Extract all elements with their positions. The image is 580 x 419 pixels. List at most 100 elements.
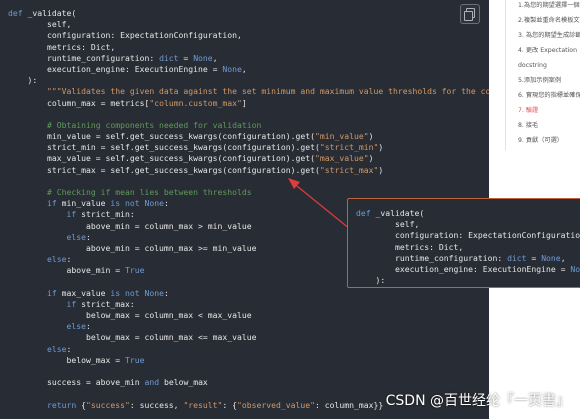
code-token: dict [507,252,527,263]
code-line: ): [356,275,580,286]
code-token: runtime_configuration: [8,52,160,63]
code-token: "column.custom_max" [149,97,242,108]
code-token: : [85,231,91,242]
toc-item[interactable]: 8. 接毛 [518,120,580,135]
code-token: column_max = metrics[ [8,97,150,108]
code-token: ) [368,131,374,142]
code-line: execution_engine: ExecutionEngine = None… [8,64,489,75]
code-line: strict_max = self.get_success_kwargs(con… [8,165,489,176]
code-token: : column_max}} [315,399,384,410]
toc-item[interactable]: docstring [518,60,580,75]
toc-item[interactable]: 2.複製並重命名模板文件 [518,15,580,30]
code-token: configuration: ExpectationConfiguration, [8,30,242,41]
code-line: strict_min = self.get_success_kwargs(con… [8,142,489,153]
code-token: ): [356,275,386,286]
code-token: : [163,287,169,298]
toc-item[interactable]: 3. 為您的期望生成診斷 [518,30,580,45]
code-line: below_max = column_max <= max_value [8,332,489,343]
code-token: True [124,354,145,365]
code-line: """Validates the given data against the … [8,86,489,97]
toc-item[interactable]: 7. 驗證 [518,105,580,120]
code-token: strict_min = self.get_success_kwargs(con… [8,142,320,153]
code-token: above_min = [8,265,125,276]
code-line: execution_engine: ExecutionEngine = None… [356,264,580,275]
code-line: else: [8,321,489,332]
code-token: self, [356,219,420,230]
code-token: ): [8,75,38,86]
code-token: : [163,198,169,209]
toc-item[interactable]: 1.為您的期望選擇一個名 [518,0,580,15]
code-token: "observed_value" [237,399,316,410]
code-line: if max_value is not None: [8,288,489,299]
code-token: , [212,52,218,63]
code-token: else [8,231,86,242]
code-token: : success, [129,399,184,410]
code-token: min_value [61,198,111,209]
code-token: : [66,254,72,265]
code-token: max_value [61,287,111,298]
code-token: and [144,377,164,388]
code-token: else [8,254,67,265]
code-token: execution_engine: ExecutionEngine = [8,63,223,74]
code-line: runtime_configuration: dict = None, [356,253,580,264]
code-token: if [8,209,82,220]
code-token: def [356,208,376,218]
code-token: None [541,252,561,263]
code-line: metrics: Dict, [8,42,489,53]
code-token: self, [8,19,72,30]
code-token: is not None [110,287,164,298]
code-token: execution_engine: ExecutionEngine = [356,263,571,274]
code-token: , [241,63,247,74]
code-line: column_max = metrics["column.custom_max"… [8,98,489,109]
code-token: runtime_configuration: [356,252,508,263]
code-token: below_max = column_max <= max_value [8,332,257,343]
code-token: None [193,52,213,63]
code-token: strict_min: [81,209,135,220]
code-token: : [85,321,91,332]
code-token: else [8,343,67,354]
code-token: else [8,321,86,332]
code-token: _validate( [27,8,77,18]
code-token: if [8,198,62,209]
code-token: _validate( [375,208,425,218]
code-token: strict_max = self.get_success_kwargs(con… [8,164,320,175]
code-line: if strict_max: [8,299,489,310]
code-line: self, [8,19,489,30]
code-line: def _validate( [8,8,489,19]
code-line: configuration: ExpectationConfiguration, [8,30,489,41]
code-line: ): [8,75,489,86]
code-token: configuration: ExpectationConfiguration, [356,230,580,241]
code-token: dict [159,52,179,63]
code-line: metrics: Dict, [356,242,580,253]
code-token: min_value = self.get_success_kwargs(conf… [8,131,315,142]
code-token: ] [241,97,247,108]
code-token: "min_value" [315,131,369,142]
code-token: below_max = [8,354,125,365]
toc-item[interactable]: 6. 實現您的指標並確保 [518,90,580,105]
code-token: "max_value" [315,153,369,164]
code-token: True [124,265,145,276]
toc-item[interactable]: 5.添加示例案例 [518,75,580,90]
toc-item[interactable]: 4. 更改 Expectation [518,45,580,60]
code-token: ) [378,164,384,175]
code-line: below_max = True [8,355,489,366]
code-token: "success" [85,399,130,410]
code-token: = [178,52,194,63]
code-token: max_value = self.get_success_kwargs(conf… [8,153,315,164]
code-line: runtime_configuration: dict = None, [8,53,489,64]
code-line: max_value = self.get_success_kwargs(conf… [8,153,489,164]
code-line: below_max = column_max < max_value [8,310,489,321]
code-line: else: [8,344,489,355]
code-token: metrics: Dict, [8,41,116,52]
watermark: CSDN @百世经纶『一页書』 [385,393,570,409]
callout-code-content: def _validate( self, configuration: Expe… [356,208,580,286]
copy-button[interactable] [460,4,480,24]
code-token: """Validates the given data against the … [46,86,489,97]
code-callout: def _validate( self, configuration: Expe… [347,198,580,288]
toc-item[interactable]: 9. 貢獻（可選） [518,135,580,150]
code-token: None [222,63,242,74]
code-token: : { [222,399,238,410]
